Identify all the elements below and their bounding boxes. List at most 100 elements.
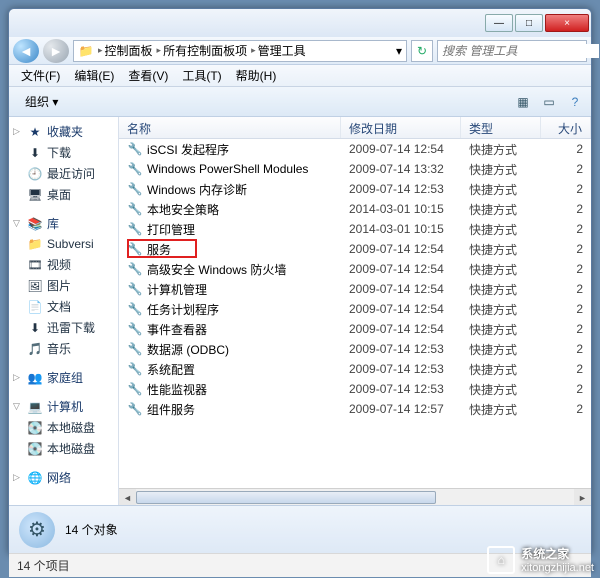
table-row[interactable]: 🔧本地安全策略2014-03-01 10:15快捷方式2 [119, 199, 591, 219]
sidebar-item[interactable]: 🎞视频 [9, 254, 118, 275]
shortcut-icon: 🔧 [127, 221, 143, 237]
table-row[interactable]: 🔧数据源 (ODBC)2009-07-14 12:53快捷方式2 [119, 339, 591, 359]
file-name: 计算机管理 [147, 281, 207, 298]
library-icon: 📚 [27, 216, 43, 232]
file-size: 2 [541, 382, 591, 396]
sidebar-item[interactable]: 🎵音乐 [9, 338, 118, 359]
horizontal-scrollbar[interactable]: ◄ ► [119, 488, 591, 505]
search-box[interactable]: 🔍 [437, 40, 587, 62]
menu-file[interactable]: 文件(F) [15, 65, 66, 86]
file-name: 组件服务 [147, 401, 195, 418]
file-type: 快捷方式 [461, 221, 541, 238]
sidebar-item[interactable]: ⬇迅雷下载 [9, 317, 118, 338]
sidebar-item[interactable]: 💽本地磁盘 [9, 417, 118, 438]
table-row[interactable]: 🔧iSCSI 发起程序2009-07-14 12:54快捷方式2 [119, 139, 591, 159]
col-name[interactable]: 名称 [119, 117, 341, 138]
organize-button[interactable]: 组织 ▾ [15, 89, 68, 114]
file-name: 事件查看器 [147, 321, 207, 338]
table-row[interactable]: 🔧Windows 内存诊断2009-07-14 12:53快捷方式2 [119, 179, 591, 199]
table-row[interactable]: 🔧组件服务2009-07-14 12:57快捷方式2 [119, 399, 591, 419]
table-row[interactable]: 🔧性能监视器2009-07-14 12:53快捷方式2 [119, 379, 591, 399]
shortcut-icon: 🔧 [127, 141, 143, 157]
sidebar-libraries[interactable]: ▽📚库 [9, 213, 118, 234]
file-list[interactable]: 🔧iSCSI 发起程序2009-07-14 12:54快捷方式2🔧Windows… [119, 139, 591, 488]
file-date: 2014-03-01 10:15 [341, 222, 461, 236]
menu-edit[interactable]: 编辑(E) [68, 65, 120, 86]
table-row[interactable]: 🔧打印管理2014-03-01 10:15快捷方式2 [119, 219, 591, 239]
table-row[interactable]: 🔧高级安全 Windows 防火墙2009-07-14 12:54快捷方式2 [119, 259, 591, 279]
crumb[interactable]: 所有控制面板项 [163, 42, 247, 59]
file-date: 2009-07-14 13:32 [341, 162, 461, 176]
address-dropdown[interactable]: ▾ [396, 44, 402, 58]
file-size: 2 [541, 202, 591, 216]
sidebar-network[interactable]: ▷🌐网络 [9, 467, 118, 488]
shortcut-icon: 🔧 [127, 281, 143, 297]
preview-pane-button[interactable]: ▭ [539, 92, 559, 112]
crumb[interactable]: 管理工具 [258, 42, 306, 59]
file-type: 快捷方式 [461, 361, 541, 378]
file-name: Windows PowerShell Modules [147, 162, 308, 176]
sidebar-item[interactable]: 📁Subversi [9, 234, 118, 254]
table-row[interactable]: 🔧 Windows PowerShell Modules 2009-07-14 13… [119, 159, 591, 179]
view-mode-button[interactable]: ▦ [513, 92, 533, 112]
back-button[interactable]: ◄ [13, 39, 39, 63]
table-row[interactable]: 🔧系统配置2009-07-14 12:53快捷方式2 [119, 359, 591, 379]
file-date: 2009-07-14 12:53 [341, 362, 461, 376]
table-row[interactable]: 🔧服务2009-07-14 12:54快捷方式2 [119, 239, 591, 259]
file-name: Windows 内存诊断 [147, 181, 247, 198]
help-button[interactable]: ? [565, 92, 585, 112]
disk-icon: 💽 [27, 420, 43, 436]
scroll-right-button[interactable]: ► [574, 489, 591, 505]
shortcut-icon: 🔧 [127, 321, 143, 337]
crumb[interactable]: 控制面板 [105, 42, 153, 59]
file-name: 数据源 (ODBC) [147, 341, 229, 358]
desktop-icon: 🖥 [27, 187, 43, 203]
forward-button[interactable]: ► [43, 39, 69, 63]
col-size[interactable]: 大小 [541, 117, 591, 138]
shortcut-icon: 🔧 [127, 381, 143, 397]
sidebar-item[interactable]: 🖥桌面 [9, 184, 118, 205]
minimize-button[interactable]: — [485, 14, 513, 32]
col-date[interactable]: 修改日期 [341, 117, 461, 138]
menu-view[interactable]: 查看(V) [122, 65, 174, 86]
file-type: 快捷方式 [461, 141, 541, 158]
address-bar[interactable]: 📁 ▸控制面板 ▸所有控制面板项 ▸管理工具 ▾ [73, 40, 407, 62]
sidebar-computer[interactable]: ▽💻计算机 [9, 396, 118, 417]
content-area: 名称 修改日期 类型 大小 🔧iSCSI 发起程序2009-07-14 12:5… [119, 117, 591, 505]
menu-help[interactable]: 帮助(H) [230, 65, 283, 86]
nav-pane: ▷★收藏夹 ⬇下载 🕘最近访问 🖥桌面 ▽📚库 📁Subversi 🎞视频 🖼图… [9, 117, 119, 505]
title-bar[interactable]: — □ × [9, 9, 591, 37]
shortcut-icon: 🔧 [127, 161, 143, 177]
disk-icon: 💽 [27, 441, 43, 457]
shortcut-icon: 🔧 [127, 201, 143, 217]
scroll-thumb[interactable] [136, 491, 436, 504]
sidebar-item[interactable]: 🕘最近访问 [9, 163, 118, 184]
gear-icon: ⚙ [19, 512, 55, 548]
table-row[interactable]: 🔧任务计划程序2009-07-14 12:54快捷方式2 [119, 299, 591, 319]
search-input[interactable] [442, 44, 599, 58]
table-row[interactable]: 🔧事件查看器2009-07-14 12:54快捷方式2 [119, 319, 591, 339]
col-type[interactable]: 类型 [461, 117, 541, 138]
close-button[interactable]: × [545, 14, 589, 32]
sidebar-item[interactable]: 💽本地磁盘 [9, 438, 118, 459]
sidebar-item[interactable]: ⬇下载 [9, 142, 118, 163]
file-type: 快捷方式 [461, 381, 541, 398]
file-date: 2009-07-14 12:54 [341, 302, 461, 316]
sidebar-item[interactable]: 🖼图片 [9, 275, 118, 296]
sidebar-homegroup[interactable]: ▷👥家庭组 [9, 367, 118, 388]
menu-tools[interactable]: 工具(T) [176, 65, 227, 86]
file-type: 快捷方式 [461, 241, 541, 258]
sidebar-item[interactable]: 📄文档 [9, 296, 118, 317]
sidebar-favorites[interactable]: ▷★收藏夹 [9, 121, 118, 142]
refresh-button[interactable]: ↻ [411, 40, 433, 62]
file-name: 本地安全策略 [147, 201, 219, 218]
file-date: 2014-03-01 10:15 [341, 202, 461, 216]
file-date: 2009-07-14 12:54 [341, 262, 461, 276]
table-row[interactable]: 🔧计算机管理2009-07-14 12:54快捷方式2 [119, 279, 591, 299]
file-size: 2 [541, 262, 591, 276]
scroll-left-button[interactable]: ◄ [119, 489, 136, 505]
watermark: ⌂ 系统之家 xitongzhijia.net [487, 545, 594, 574]
file-type: 快捷方式 [461, 261, 541, 278]
maximize-button[interactable]: □ [515, 14, 543, 32]
file-type: 快捷方式 [461, 401, 541, 418]
